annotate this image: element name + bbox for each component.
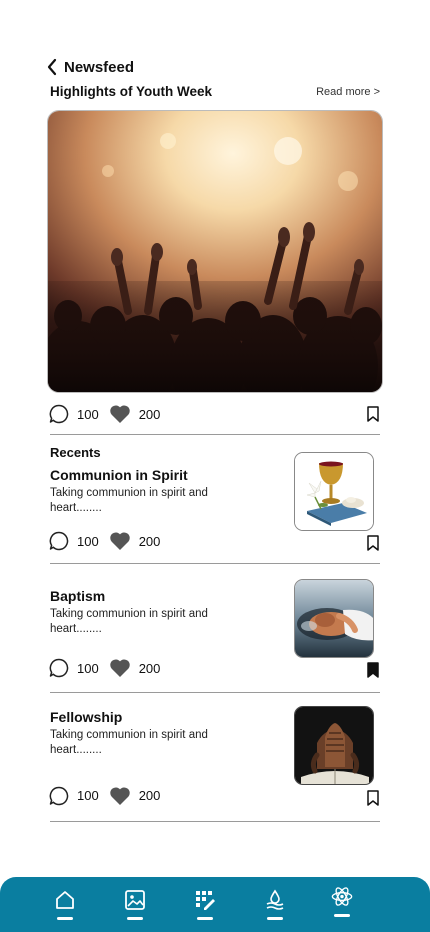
nav-indicator	[267, 917, 283, 920]
featured-image[interactable]	[47, 110, 383, 393]
like-count-value: 200	[138, 788, 161, 803]
like-count[interactable]: 200	[109, 658, 161, 678]
comment-icon	[49, 531, 69, 551]
divider	[50, 821, 380, 822]
like-count[interactable]: 200	[109, 786, 161, 806]
post-thumbnail-fellowship[interactable]	[294, 706, 374, 785]
comment-count-value: 100	[77, 788, 99, 803]
page-title: Newsfeed	[64, 58, 135, 76]
featured-header: Highlights of Youth Week Read more >	[50, 84, 380, 99]
nav-grid-edit[interactable]	[192, 889, 218, 921]
water-drop-icon	[266, 889, 284, 910]
nav-gallery[interactable]	[122, 889, 148, 921]
gallery-icon	[125, 890, 145, 910]
heart-icon	[109, 786, 130, 805]
bookmark-icon[interactable]	[366, 790, 380, 806]
bottom-nav	[0, 877, 430, 932]
bookmark-icon[interactable]	[366, 534, 380, 551]
grid-edit-icon	[196, 891, 215, 910]
comment-count[interactable]: 100	[49, 658, 99, 678]
like-count[interactable]: 200	[109, 531, 161, 551]
like-count-value: 200	[138, 660, 161, 676]
post-thumbnail-communion[interactable]	[294, 452, 374, 531]
nav-indicator	[127, 917, 143, 920]
post-stats: 100 200	[49, 658, 380, 678]
back-arrow-icon[interactable]	[46, 58, 58, 76]
comment-icon	[49, 404, 69, 424]
featured-stats: 100 200	[49, 404, 380, 424]
post-description: Taking communion in spirit and heart....…	[50, 608, 208, 635]
post-stats: 100 200	[49, 785, 380, 806]
comment-icon	[49, 658, 69, 678]
nav-indicator	[57, 917, 73, 920]
post-description: Taking communion in spirit and heart....…	[50, 729, 208, 756]
comment-count[interactable]: 100	[49, 786, 99, 806]
post-title[interactable]: Baptism	[50, 588, 105, 604]
divider	[50, 434, 380, 435]
home-icon	[56, 891, 74, 909]
like-count[interactable]: 200	[109, 404, 161, 424]
nav-home[interactable]	[52, 889, 78, 921]
heart-icon	[109, 405, 130, 423]
like-count-value: 200	[138, 406, 161, 422]
post-title[interactable]: Communion in Spirit	[50, 467, 188, 483]
post-thumbnail-baptism[interactable]	[294, 579, 374, 658]
bookmark-icon[interactable]	[366, 406, 380, 422]
divider	[50, 692, 380, 693]
recents-heading: Recents	[50, 445, 101, 460]
featured-title: Highlights of Youth Week	[50, 84, 212, 99]
nav-indicator	[334, 914, 350, 917]
post-stats: 100 200	[49, 531, 380, 551]
comment-count-value: 100	[77, 533, 99, 549]
atom-icon	[331, 887, 353, 906]
comment-count[interactable]: 100	[49, 531, 99, 551]
comment-count-value: 100	[77, 406, 99, 422]
comment-count-value: 100	[77, 660, 99, 676]
post-title[interactable]: Fellowship	[50, 709, 122, 725]
header: Newsfeed	[46, 58, 134, 76]
nav-indicator	[197, 917, 213, 920]
comment-icon	[49, 786, 69, 805]
divider	[50, 563, 380, 564]
nav-atom[interactable]	[329, 885, 355, 917]
read-more-link[interactable]: Read more >	[316, 86, 380, 98]
heart-icon	[109, 659, 130, 677]
post-description: Taking communion in spirit and heart....…	[50, 487, 208, 514]
like-count-value: 200	[138, 533, 161, 549]
heart-icon	[109, 532, 130, 550]
nav-water[interactable]	[262, 889, 288, 921]
bookmark-filled-icon[interactable]	[366, 661, 380, 678]
comment-count[interactable]: 100	[49, 404, 99, 424]
